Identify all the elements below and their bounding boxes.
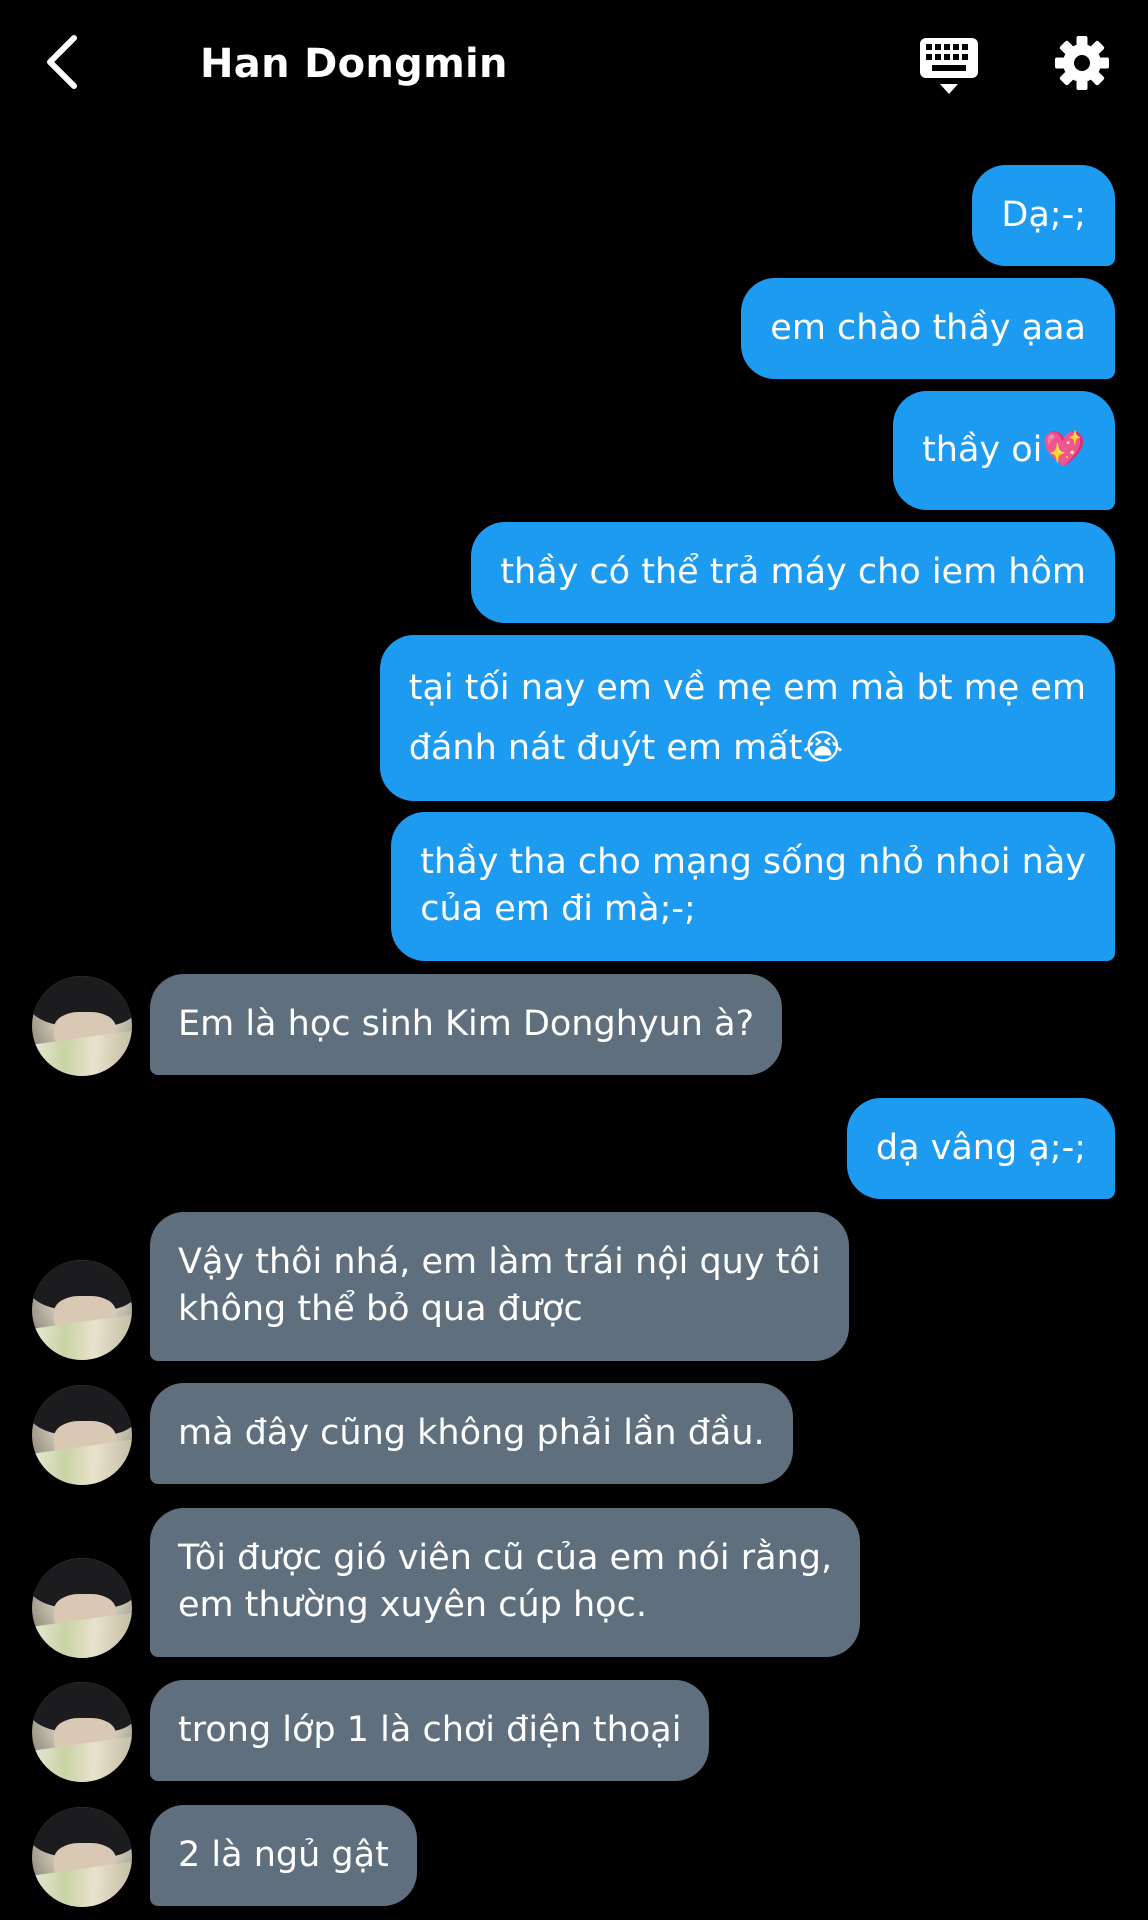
message-text: em thường xuyên cúp học. xyxy=(178,1585,647,1625)
contact-avatar[interactable] xyxy=(32,1558,132,1658)
message-bubble-received[interactable]: Vậy thôi nhá, em làm trái nội quy tôi kh… xyxy=(150,1212,849,1361)
message-text: trong lớp 1 là chơi điện thoại xyxy=(178,1710,682,1750)
message-text: em chào thầy ạaa xyxy=(770,308,1086,348)
message-text: Dạ;-; xyxy=(1001,195,1086,235)
message-bubble-sent[interactable]: thầy tha cho mạng sống nhỏ nhoi này của … xyxy=(391,812,1115,961)
message-bubble-sent[interactable]: Dạ;-; xyxy=(972,165,1115,266)
message-text: mà đây cũng không phải lần đầu. xyxy=(178,1413,765,1453)
keyboard-icon xyxy=(920,38,978,94)
message-text: Tôi được gió viên cũ của em nói rằng, xyxy=(178,1538,833,1578)
message-text: thầy oi💖 xyxy=(922,430,1086,470)
message-bubble-received[interactable]: Em là học sinh Kim Donghyun à? xyxy=(150,974,783,1075)
message-text: không thể bỏ qua được xyxy=(178,1289,583,1329)
settings-button[interactable] xyxy=(1053,34,1111,92)
message-text: Em là học sinh Kim Donghyun à? xyxy=(178,1004,755,1044)
message-bubble-received[interactable]: 2 là ngủ gật xyxy=(150,1805,417,1906)
back-button[interactable] xyxy=(38,30,90,94)
message-text: thầy có thể trả máy cho iem hôm xyxy=(500,552,1086,592)
contact-name: Han Dongmin xyxy=(200,41,508,87)
message-bubble-sent[interactable]: thầy có thể trả máy cho iem hôm xyxy=(471,522,1115,623)
contact-avatar[interactable] xyxy=(32,1385,132,1485)
message-text: của em đi mà;-; xyxy=(420,889,696,929)
message-bubble-sent[interactable]: thầy oi💖 xyxy=(893,391,1115,510)
keyboard-button[interactable] xyxy=(918,34,980,98)
message-bubble-sent[interactable]: em chào thầy ạaa xyxy=(741,278,1115,379)
message-bubble-received[interactable]: Tôi được gió viên cũ của em nói rằng, em… xyxy=(150,1508,861,1657)
message-text: tại tối nay em về mẹ em mà bt mẹ em xyxy=(408,668,1086,708)
message-bubble-received[interactable]: mà đây cũng không phải lần đầu. xyxy=(150,1383,793,1484)
message-text: 2 là ngủ gật xyxy=(178,1835,389,1875)
message-bubble-sent[interactable]: tại tối nay em về mẹ em mà bt mẹ em đánh… xyxy=(379,635,1115,801)
message-bubble-received[interactable]: trong lớp 1 là chơi điện thoại xyxy=(150,1680,710,1781)
message-text: đánh nát đuýt em mất😭 xyxy=(408,728,844,768)
message-text: Vậy thôi nhá, em làm trái nội quy tôi xyxy=(178,1242,821,1282)
message-bubble-sent[interactable]: dạ vâng ạ;-; xyxy=(846,1098,1115,1199)
contact-avatar[interactable] xyxy=(32,976,132,1076)
contact-avatar[interactable] xyxy=(32,1807,132,1907)
contact-avatar[interactable] xyxy=(32,1260,132,1360)
message-text: thầy tha cho mạng sống nhỏ nhoi này xyxy=(420,842,1086,882)
contact-avatar[interactable] xyxy=(32,1682,132,1782)
chat-header: Han Dongmin xyxy=(0,0,1148,130)
message-text: dạ vâng ạ;-; xyxy=(875,1128,1086,1168)
gear-icon xyxy=(1055,36,1109,90)
chevron-left-icon xyxy=(47,35,77,89)
